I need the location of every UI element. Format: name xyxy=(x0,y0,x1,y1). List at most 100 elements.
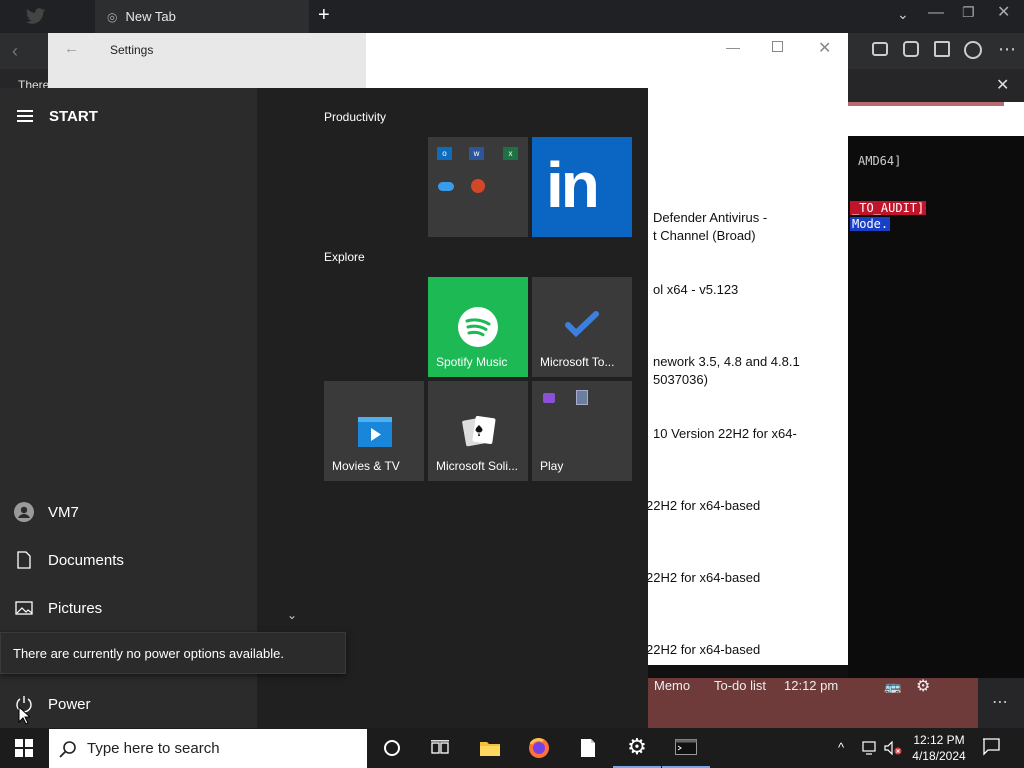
notepad-icon xyxy=(581,739,595,757)
back-arrow-icon[interactable]: ← xyxy=(64,40,79,57)
terminal-icon xyxy=(675,739,697,755)
windows-icon xyxy=(15,739,33,757)
documents-label: Documents xyxy=(48,551,124,569)
movies-icon xyxy=(358,417,392,450)
clock-time: 12:12 PM xyxy=(913,733,965,747)
chevron-up-icon[interactable]: ^ xyxy=(838,740,844,755)
maximize-icon[interactable] xyxy=(772,41,783,52)
close-icon[interactable]: ✕ xyxy=(818,38,831,58)
update-item: t Channel (Broad) xyxy=(653,228,756,243)
movies-label: Movies & TV xyxy=(332,459,400,473)
notepad-button[interactable] xyxy=(564,728,612,768)
update-item: ol x64 - v5.123 xyxy=(653,282,739,297)
network-icon[interactable] xyxy=(862,741,880,760)
infobar-close-icon[interactable]: ✕ xyxy=(996,75,1009,95)
minimize-icon[interactable]: — xyxy=(726,39,740,55)
solitaire-tile[interactable]: Microsoft Soli... xyxy=(428,381,528,481)
web-content xyxy=(848,102,1024,136)
cortana-icon xyxy=(384,740,400,756)
settings-title: Settings xyxy=(110,43,154,57)
office-apps-tile[interactable]: o w x xyxy=(428,137,528,237)
background-app-bar: Memo To-do list 12:12 pm 🚌 ⚙ xyxy=(648,678,978,728)
solitaire-label: Microsoft Soli... xyxy=(436,459,519,473)
documents-button[interactable]: Documents xyxy=(0,536,257,584)
checkmark-icon xyxy=(565,311,599,340)
pictures-button[interactable]: Pictures xyxy=(0,584,257,632)
play-folder-tile[interactable]: Play xyxy=(532,381,632,481)
file-explorer-button[interactable] xyxy=(466,728,514,768)
spotify-tile[interactable]: Spotify Music xyxy=(428,277,528,377)
cortana-button[interactable] xyxy=(368,728,416,768)
onedrive-icon xyxy=(438,182,454,191)
terminal-line: Mode. xyxy=(850,217,891,231)
update-item: 22H2 for x64-based xyxy=(646,570,761,585)
task-view-button[interactable] xyxy=(416,728,464,768)
task-view-icon xyxy=(431,740,449,754)
update-item: nework 3.5, 4.8 and 4.8.1 xyxy=(653,354,800,369)
notification-center-icon[interactable] xyxy=(982,738,1000,761)
power-button[interactable]: Power xyxy=(0,680,257,728)
update-item: 22H2 for x64-based xyxy=(646,642,761,657)
background-app-side: ⋯ xyxy=(978,678,1024,728)
power-tooltip: There are currently no power options ava… xyxy=(0,632,346,674)
new-tab-button[interactable]: + xyxy=(318,4,338,28)
linkedin-tile[interactable]: in xyxy=(532,137,632,237)
twitter-icon[interactable] xyxy=(26,8,46,26)
power-tooltip-text: There are currently no power options ava… xyxy=(13,645,284,661)
windows-start-button[interactable] xyxy=(0,728,48,768)
firefox-icon xyxy=(529,738,549,758)
terminal-taskbar-button[interactable] xyxy=(662,728,710,768)
memo-label[interactable]: Memo xyxy=(654,678,690,693)
powerpoint-icon xyxy=(471,179,485,193)
update-item: 22H2 for x64-based xyxy=(646,498,761,513)
firefox-button[interactable] xyxy=(515,728,563,768)
start-title: START xyxy=(49,108,98,125)
more-icon[interactable]: ⋯ xyxy=(992,692,1008,712)
chevron-down-icon[interactable]: ⌄ xyxy=(287,608,297,622)
gear-icon: ⚙ xyxy=(627,734,647,759)
terminal-window: AMD64] _TO_AUDIT] Mode. xyxy=(848,136,1024,678)
movies-tv-tile[interactable]: Movies & TV xyxy=(324,381,424,481)
document-icon xyxy=(0,551,48,569)
power-label: Power xyxy=(48,695,91,713)
play-label: Play xyxy=(540,459,564,473)
microsoft-todo-tile[interactable]: Microsoft To... xyxy=(532,277,632,377)
sidebar-icon[interactable] xyxy=(934,41,950,57)
profile-icon[interactable] xyxy=(964,41,982,59)
spotify-label: Spotify Music xyxy=(436,355,508,369)
tab-title: New Tab xyxy=(125,9,176,24)
group-productivity: Productivity xyxy=(324,110,387,124)
volume-muted-icon[interactable] xyxy=(884,740,904,760)
clock-date: 4/18/2024 xyxy=(912,749,966,763)
chevron-down-icon[interactable]: ⌄ xyxy=(897,6,909,23)
search-placeholder: Type here to search xyxy=(87,740,220,757)
user-name: VM7 xyxy=(48,503,79,521)
minimize-icon[interactable]: — xyxy=(928,4,944,22)
cast-icon[interactable] xyxy=(872,42,888,56)
bus-icon[interactable]: 🚌 xyxy=(884,678,901,695)
restore-icon[interactable]: ❐ xyxy=(962,4,975,21)
back-icon[interactable]: ‹ xyxy=(12,41,18,62)
gear-icon[interactable]: ⚙ xyxy=(916,676,930,696)
close-icon[interactable]: ✕ xyxy=(997,2,1010,22)
taskbar-search-box[interactable]: Type here to search xyxy=(49,729,367,768)
screenshot-icon[interactable] xyxy=(903,41,919,57)
todo-label[interactable]: To-do list xyxy=(714,678,766,693)
terminal-line: AMD64] xyxy=(858,154,902,168)
search-icon xyxy=(49,740,87,758)
browser-titlebar: ◎ New Tab + ⌄ — ❐ ✕ xyxy=(0,0,1024,33)
time-label: 12:12 pm xyxy=(784,678,839,693)
folder-icon xyxy=(480,742,500,756)
calculator-icon xyxy=(576,390,588,405)
hamburger-icon[interactable] xyxy=(17,110,33,122)
spotify-icon xyxy=(458,307,498,350)
update-item: 5037036) xyxy=(653,372,708,387)
tab-new-tab[interactable]: ◎ New Tab xyxy=(95,0,309,33)
picture-icon xyxy=(0,601,48,615)
settings-taskbar-button[interactable]: ⚙ xyxy=(613,728,661,768)
outlook-icon: o xyxy=(437,147,452,160)
pictures-label: Pictures xyxy=(48,599,103,617)
taskbar-clock[interactable]: 12:12 PM 4/18/2024 xyxy=(905,732,973,766)
more-menu-icon[interactable]: ⋯ xyxy=(998,39,1016,60)
user-account-button[interactable]: VM7 xyxy=(0,488,257,536)
